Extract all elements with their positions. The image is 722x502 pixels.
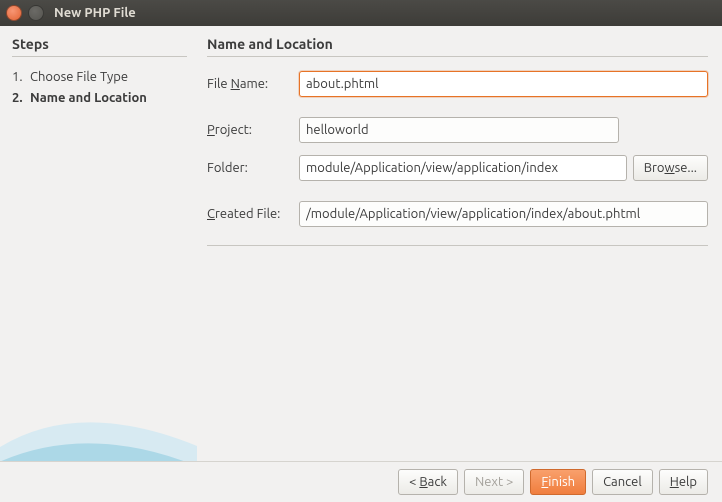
browse-button[interactable]: Browse... [633, 155, 708, 181]
project-label: Project: [207, 123, 299, 137]
back-button[interactable]: < Back [398, 469, 458, 495]
panel-heading: Name and Location [207, 36, 708, 52]
step-number: 2. [12, 88, 30, 109]
minimize-icon[interactable] [28, 5, 44, 21]
step-item: 1. Choose File Type [12, 67, 187, 88]
steps-list: 1. Choose File Type 2. Name and Location [12, 67, 187, 109]
project-row: Project: [207, 117, 708, 143]
step-label: Choose File Type [30, 67, 128, 88]
dialog-footer: < Back Next > Finish Cancel Help [0, 461, 722, 502]
divider [12, 56, 187, 57]
folder-label: Folder: [207, 161, 299, 175]
next-button: Next > [464, 469, 524, 495]
finish-button[interactable]: Finish [530, 469, 586, 495]
divider [207, 56, 708, 57]
project-input[interactable] [299, 117, 619, 143]
filename-input[interactable] [299, 71, 708, 97]
created-input [299, 201, 708, 227]
step-label: Name and Location [30, 88, 147, 109]
steps-heading: Steps [12, 36, 187, 52]
steps-sidebar: Steps 1. Choose File Type 2. Name and Lo… [0, 26, 197, 461]
decorative-swoosh [0, 311, 197, 461]
cancel-button[interactable]: Cancel [592, 469, 653, 495]
folder-row: Folder: Browse... [207, 155, 708, 181]
divider [207, 245, 708, 246]
created-row: Created File: [207, 201, 708, 227]
help-button[interactable]: Help [659, 469, 708, 495]
folder-input[interactable] [299, 155, 627, 181]
main-panel: Name and Location File Name: Project: Fo… [197, 26, 722, 461]
window-title: New PHP File [54, 6, 136, 20]
created-label: Created File: [207, 207, 299, 221]
step-number: 1. [12, 67, 30, 88]
step-item: 2. Name and Location [12, 88, 187, 109]
close-icon[interactable] [6, 5, 22, 21]
filename-label: File Name: [207, 77, 299, 91]
titlebar: New PHP File [0, 0, 722, 26]
dialog-content: Steps 1. Choose File Type 2. Name and Lo… [0, 26, 722, 461]
filename-row: File Name: [207, 71, 708, 97]
